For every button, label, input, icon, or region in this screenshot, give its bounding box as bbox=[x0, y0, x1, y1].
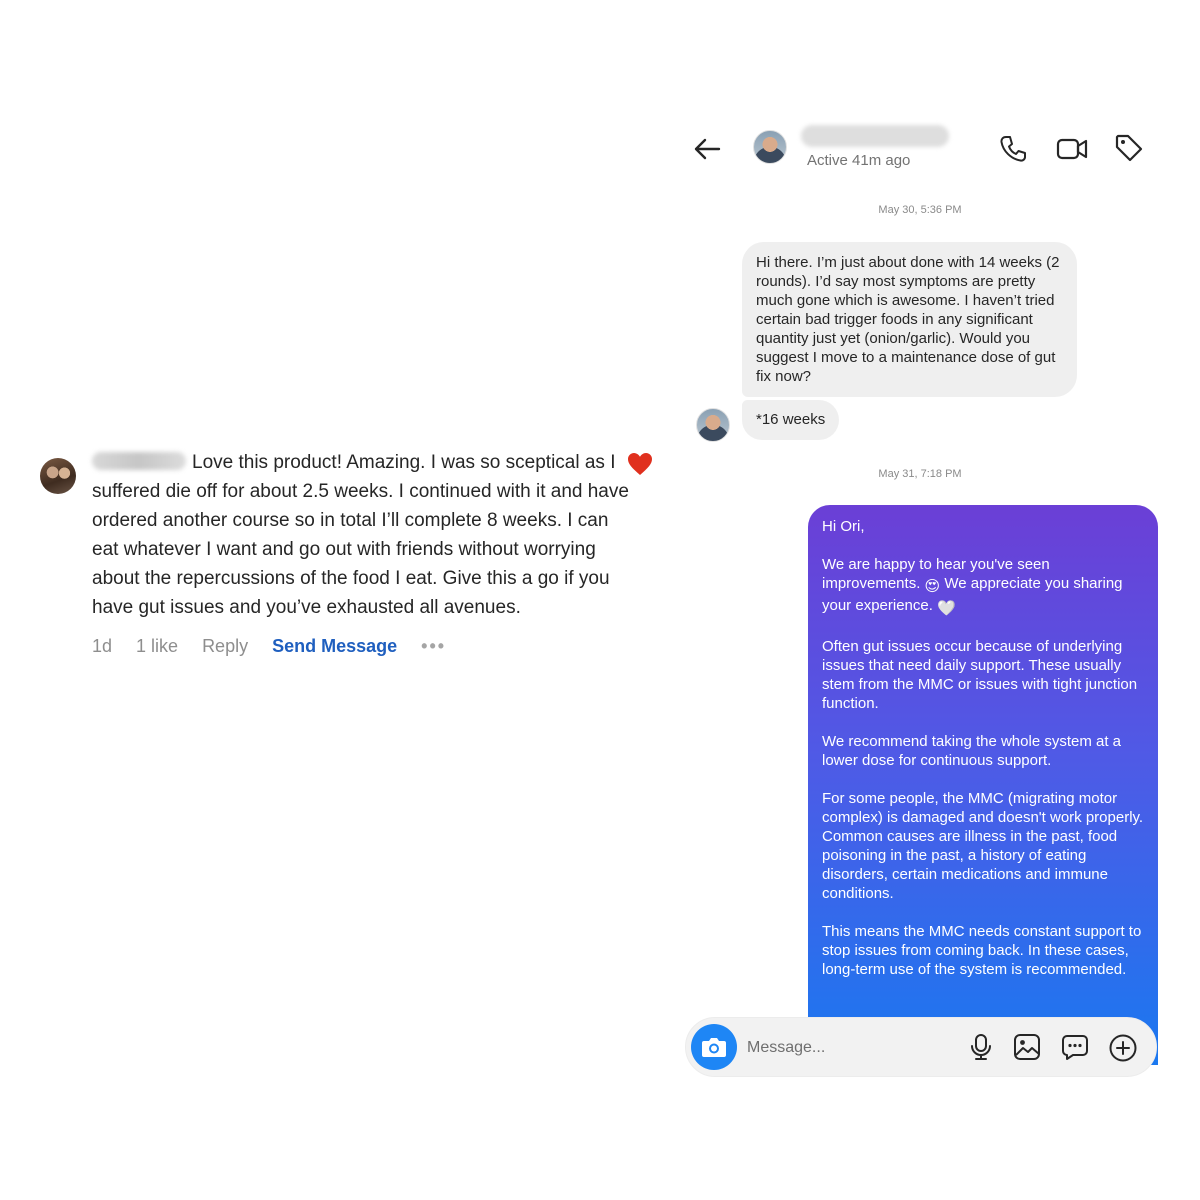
message-paragraph: This means the MMC needs constant suppor… bbox=[822, 923, 1142, 978]
white-heart-emoji-icon: 🤍 bbox=[937, 600, 956, 617]
commenter-avatar[interactable] bbox=[40, 458, 76, 494]
outgoing-message-bubble[interactable]: Hi Ori, We are happy to hear you've seen… bbox=[808, 505, 1158, 1065]
message-paragraph: For some people, the MMC (migrating moto… bbox=[822, 790, 1144, 902]
tag-icon[interactable] bbox=[1114, 133, 1144, 163]
gallery-icon[interactable] bbox=[1013, 1033, 1041, 1061]
sender-avatar[interactable] bbox=[696, 408, 730, 442]
reply-button[interactable]: Reply bbox=[202, 636, 248, 657]
add-plus-icon[interactable] bbox=[1108, 1033, 1138, 1063]
contact-avatar[interactable] bbox=[753, 130, 787, 164]
message-paragraph: We are happy to hear you've seen improve… bbox=[822, 555, 1144, 618]
video-call-icon[interactable] bbox=[1056, 134, 1088, 164]
send-message-button[interactable]: Send Message bbox=[272, 636, 397, 657]
comment-actions: 1d 1 like Reply Send Message ••• bbox=[92, 636, 470, 657]
message-timestamp: May 31, 7:18 PM bbox=[878, 468, 962, 480]
camera-icon bbox=[702, 1038, 726, 1057]
message-paragraph: Often gut issues occur because of underl… bbox=[822, 638, 1138, 712]
chat-header: Active 41m ago bbox=[680, 110, 1180, 180]
comment-time: 1d bbox=[92, 636, 113, 656]
message-composer bbox=[685, 1017, 1157, 1077]
back-arrow-icon[interactable] bbox=[692, 134, 722, 164]
comment-body: Love this product! Amazing. I was so sce… bbox=[92, 448, 640, 622]
message-input[interactable] bbox=[747, 1036, 947, 1060]
heart-icon[interactable] bbox=[627, 452, 653, 476]
more-options-icon[interactable]: ••• bbox=[421, 636, 446, 657]
like-count[interactable]: 1 like bbox=[136, 636, 178, 657]
message-paragraph: We recommend taking the whole system at … bbox=[822, 733, 1122, 769]
direct-message-thread: Active 41m ago May 30, 5:36 PM Hi there.… bbox=[680, 110, 1180, 1090]
comment-text: Love this product! Amazing. I was so sce… bbox=[92, 452, 629, 618]
camera-button[interactable] bbox=[691, 1024, 737, 1070]
microphone-icon[interactable] bbox=[968, 1033, 994, 1061]
active-status: Active 41m ago bbox=[807, 152, 911, 169]
incoming-message-bubble[interactable]: Hi there. I’m just about done with 14 we… bbox=[742, 242, 1077, 397]
message-greeting: Hi Ori, bbox=[822, 518, 865, 535]
blurred-username[interactable] bbox=[92, 452, 186, 470]
message-timestamp: May 30, 5:36 PM bbox=[878, 204, 962, 216]
heart-eyes-emoji-icon: 😍 bbox=[924, 578, 941, 595]
blurred-contact-name[interactable] bbox=[801, 125, 949, 147]
sticker-message-icon[interactable] bbox=[1061, 1033, 1089, 1061]
incoming-message-bubble[interactable]: *16 weeks bbox=[742, 400, 840, 440]
phone-call-icon[interactable] bbox=[998, 134, 1028, 164]
